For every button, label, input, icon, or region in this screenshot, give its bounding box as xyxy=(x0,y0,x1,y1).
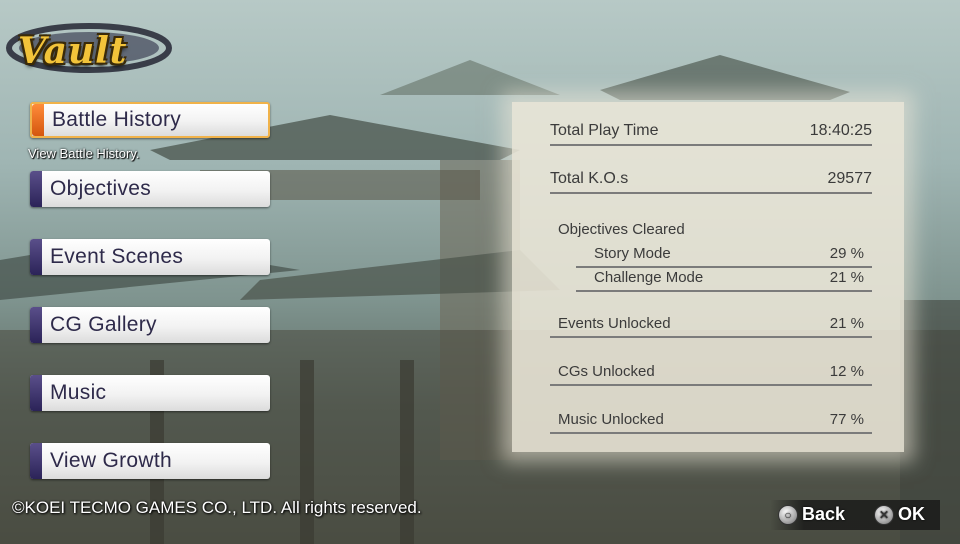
menu-item-objectives[interactable]: Objectives xyxy=(30,171,270,207)
menu-item-label: Battle History xyxy=(52,108,182,131)
menu-item-label: Music xyxy=(50,381,107,404)
stat-story-mode: Story Mode 29 % xyxy=(576,242,872,268)
stat-music-unlocked: Music Unlocked 77 % xyxy=(550,402,872,434)
stat-label: Story Mode xyxy=(594,245,671,262)
menu-item-label: Objectives xyxy=(50,177,152,200)
stat-label: Challenge Mode xyxy=(594,269,704,286)
stat-events-unlocked: Events Unlocked 21 % xyxy=(550,306,872,338)
stat-label: Total K.O.s xyxy=(550,170,629,187)
ok-label: OK xyxy=(898,504,925,524)
stat-value: 18:40:25 xyxy=(809,122,872,139)
stat-cgs-unlocked: CGs Unlocked 12 % xyxy=(550,354,872,386)
ok-button[interactable]: ✕ OK xyxy=(874,504,925,525)
menu-item-battle-history[interactable]: Battle History xyxy=(30,102,270,138)
stat-label: Events Unlocked xyxy=(558,315,671,332)
stat-label: Objectives Cleared xyxy=(558,221,685,238)
stat-total-kos: Total K.O.s 29577 xyxy=(550,156,872,194)
stat-value: 29 % xyxy=(829,245,864,262)
back-label: Back xyxy=(802,504,846,524)
stat-value: 29577 xyxy=(827,170,873,187)
cross-button-icon: ✕ xyxy=(874,504,894,525)
copyright-text: ©KOEI TECMO GAMES CO., LTD. All rights r… xyxy=(12,498,422,517)
menu-item-view-growth[interactable]: View Growth xyxy=(30,443,270,479)
stat-value: 21 % xyxy=(829,315,864,332)
stat-objectives-cleared: Objectives Cleared xyxy=(558,218,872,240)
stat-label: Music Unlocked xyxy=(558,411,664,428)
circle-button-icon: ○ xyxy=(778,504,798,525)
menu-description: View Battle History. xyxy=(28,146,140,161)
menu-item-label: Event Scenes xyxy=(50,245,184,268)
menu-item-music[interactable]: Music xyxy=(30,375,270,411)
stat-value: 21 % xyxy=(829,269,864,286)
menu-item-label: View Growth xyxy=(50,449,172,472)
vault-logo: Vault xyxy=(4,14,174,74)
stat-label: Total Play Time xyxy=(550,122,659,139)
menu-item-label: CG Gallery xyxy=(50,313,157,336)
stat-challenge-mode: Challenge Mode 21 % xyxy=(576,266,872,292)
menu-item-cg-gallery[interactable]: CG Gallery xyxy=(30,307,270,343)
stat-label: CGs Unlocked xyxy=(558,363,655,380)
page-title: Vault xyxy=(18,30,128,72)
stat-value: 77 % xyxy=(829,411,864,428)
back-button[interactable]: ○ Back xyxy=(778,504,845,525)
battle-history-panel: Total Play Time 18:40:25 Total K.O.s 295… xyxy=(512,102,904,452)
menu-item-event-scenes[interactable]: Event Scenes xyxy=(30,239,270,275)
stat-value: 12 % xyxy=(829,363,864,380)
stat-total-play-time: Total Play Time 18:40:25 xyxy=(550,108,872,146)
